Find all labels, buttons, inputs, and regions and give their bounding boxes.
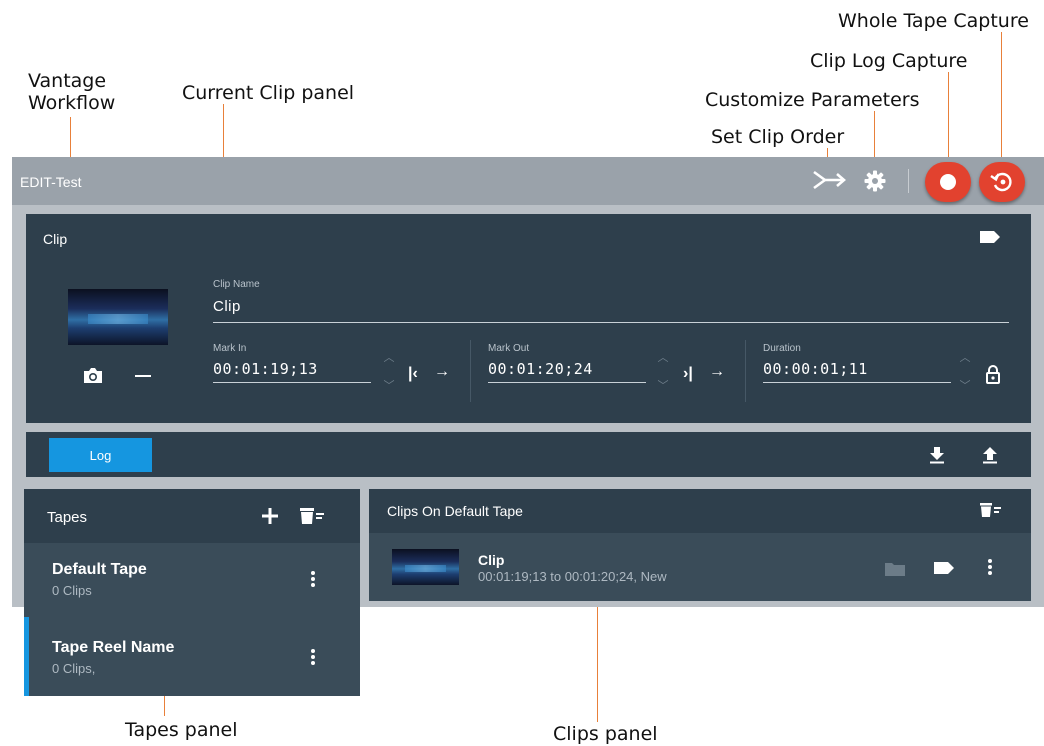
clip-panel-header: Clip xyxy=(43,231,68,247)
clip-item-name: Clip xyxy=(478,552,505,568)
tapes-header: Tapes xyxy=(47,509,88,526)
clip-log-capture-button[interactable] xyxy=(925,162,971,202)
clip-name-label: Clip Name xyxy=(213,279,260,290)
clip-item-thumbnail xyxy=(392,549,459,585)
remove-thumbnail-icon[interactable] xyxy=(135,375,151,377)
customize-parameters-gear-icon[interactable] xyxy=(863,169,887,193)
clip-item-detail: 00:01:19;13 to 00:01:20;24, New xyxy=(478,569,667,584)
set-mark-in-arrow-icon[interactable]: → xyxy=(434,363,450,381)
download-icon[interactable] xyxy=(929,446,945,464)
clip-log-capture-leader xyxy=(948,72,949,165)
mark-in-stepper[interactable]: ︿ ﹀ xyxy=(382,351,396,393)
vantage-workflow-callout: Vantage Workflow xyxy=(28,70,116,114)
tape-item[interactable]: Tape Reel Name 0 Clips, xyxy=(24,617,360,696)
clip-more-icon[interactable] xyxy=(988,559,994,577)
clip-name-underline xyxy=(213,322,1009,323)
upload-icon[interactable] xyxy=(982,446,998,464)
set-clip-order-icon[interactable] xyxy=(812,169,846,191)
toolbar-divider xyxy=(908,169,909,193)
tag-icon[interactable] xyxy=(979,230,1001,244)
tape-more-icon[interactable] xyxy=(311,571,317,589)
clear-clips-icon[interactable] xyxy=(979,502,1003,518)
add-tape-icon[interactable] xyxy=(261,507,279,525)
clips-panel-callout: Clips panel xyxy=(553,723,658,745)
mark-in-field[interactable]: 00:01:19;13 xyxy=(213,360,318,378)
camera-icon[interactable] xyxy=(82,366,104,384)
log-bar xyxy=(26,432,1031,477)
set-mark-out-arrow-icon[interactable]: → xyxy=(709,363,725,381)
duration-underline xyxy=(763,382,951,383)
mark-out-underline xyxy=(488,382,646,383)
duration-field[interactable]: 00:00:01;11 xyxy=(763,360,868,378)
whole-tape-capture-leader xyxy=(1001,32,1002,165)
tapes-panel-callout: Tapes panel xyxy=(125,719,238,741)
whole-tape-capture-icon xyxy=(990,172,1012,192)
customize-parameters-callout: Customize Parameters xyxy=(705,89,920,111)
log-button[interactable]: Log xyxy=(49,438,152,472)
clip-tag-icon[interactable] xyxy=(933,561,955,575)
field-divider xyxy=(745,340,746,402)
clip-list-item[interactable]: Clip 00:01:19;13 to 00:01:20;24, New xyxy=(369,535,1031,601)
mark-out-label: Mark Out xyxy=(488,343,530,354)
clip-name-field[interactable]: Clip xyxy=(213,298,241,315)
tape-item[interactable]: Default Tape 0 Clips xyxy=(24,545,360,615)
clips-header: Clips On Default Tape xyxy=(387,503,523,519)
duration-label: Duration xyxy=(763,343,801,354)
tape-clip-count: 0 Clips, xyxy=(52,661,96,676)
clear-tapes-icon[interactable] xyxy=(299,507,325,525)
clip-thumbnail xyxy=(68,289,168,345)
whole-tape-capture-button[interactable] xyxy=(979,162,1025,202)
tape-more-icon[interactable] xyxy=(311,649,317,667)
mark-out-field[interactable]: 00:01:20;24 xyxy=(488,360,593,378)
clip-log-capture-callout: Clip Log Capture xyxy=(810,50,968,72)
tape-name: Tape Reel Name xyxy=(52,639,175,656)
mark-in-underline xyxy=(213,382,371,383)
folder-icon[interactable] xyxy=(884,561,906,577)
current-clip-panel-callout: Current Clip panel xyxy=(182,82,355,104)
whole-tape-capture-callout: Whole Tape Capture xyxy=(838,10,1029,32)
lock-icon[interactable] xyxy=(985,364,1001,384)
current-clip-panel xyxy=(26,214,1031,423)
record-icon xyxy=(940,174,956,190)
set-clip-order-callout: Set Clip Order xyxy=(711,126,845,148)
go-to-mark-in-icon[interactable]: |‹ xyxy=(408,365,418,383)
workflow-title[interactable]: EDIT-Test xyxy=(20,174,81,190)
field-divider xyxy=(470,340,471,402)
mark-in-label: Mark In xyxy=(213,343,247,354)
tape-clip-count: 0 Clips xyxy=(52,583,92,598)
top-bar xyxy=(12,157,1044,205)
mark-out-stepper[interactable]: ︿ ﹀ xyxy=(656,351,670,393)
go-to-mark-out-icon[interactable]: ›| xyxy=(683,365,693,383)
duration-stepper[interactable]: ︿ ﹀ xyxy=(958,351,972,393)
tape-name: Default Tape xyxy=(52,561,147,578)
